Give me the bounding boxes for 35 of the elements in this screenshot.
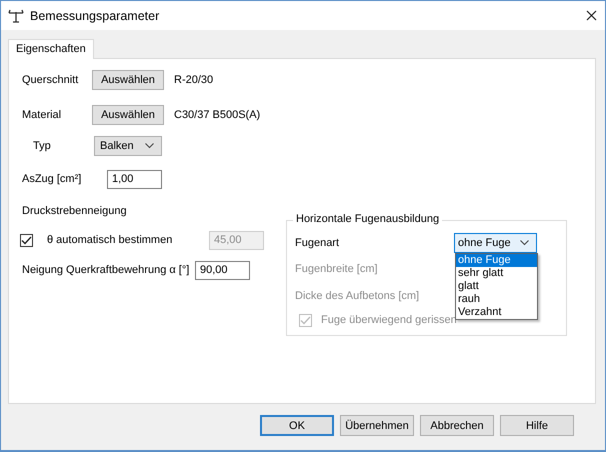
type-dropdown[interactable]: Balken <box>94 136 162 156</box>
tab[interactable]: Eigenschaften <box>8 39 94 59</box>
dropdown-option[interactable]: rauh <box>456 293 537 306</box>
scale-icon <box>8 8 24 22</box>
aszug-label: AsZug [cm²] <box>22 173 82 185</box>
material-label: Material <box>22 109 62 121</box>
type-label: Typ <box>33 140 52 152</box>
close-icon[interactable] <box>586 10 597 21</box>
chevron-icon <box>520 240 529 246</box>
section-heading: Druckstrebenneigung <box>22 205 127 217</box>
dropdown-option[interactable]: sehr glatt <box>456 267 537 280</box>
checkbox-label: θ automatisch bestimmen <box>47 234 174 246</box>
group-title: Horizontale Fugenausbildung <box>293 213 442 225</box>
window-title: Bemessungsparameter <box>30 8 160 22</box>
dialog-button[interactable]: OK <box>260 415 334 436</box>
querschnitt-value: R-20/30 <box>174 74 214 86</box>
dicke-label: Dicke des Aufbetons [cm] <box>295 290 420 302</box>
checkbox-label: Fuge überwiegend gerissen <box>321 314 457 326</box>
dialog-button[interactable]: Übernehmen <box>340 415 414 436</box>
dropdown-option[interactable]: glatt <box>456 280 537 293</box>
dialog-button[interactable]: Abbrechen <box>420 415 494 436</box>
select-button[interactable]: Auswählen <box>92 70 164 90</box>
aszug-field[interactable]: 1,00 <box>107 170 162 188</box>
dropdown-option[interactable]: Verzahnt <box>456 306 537 319</box>
chevron-icon <box>145 143 154 149</box>
dialog-button[interactable]: Hilfe <box>500 415 574 436</box>
material-value: C30/37 B500S(A) <box>174 109 260 121</box>
fugenbreite-label: Fugenbreite [cm] <box>295 263 378 275</box>
fugenart-label: Fugenart <box>295 237 340 249</box>
select-button[interactable]: Auswählen <box>92 105 164 125</box>
dropdown-option[interactable]: ohne Fuge <box>456 254 537 267</box>
checkbox[interactable] <box>20 234 33 246</box>
neigung-field[interactable]: 90,00 <box>195 260 250 280</box>
neigung-label: Neigung Querkraftbewehrung α [°] <box>22 264 190 276</box>
querschnitt-label: Querschnitt <box>22 74 80 86</box>
